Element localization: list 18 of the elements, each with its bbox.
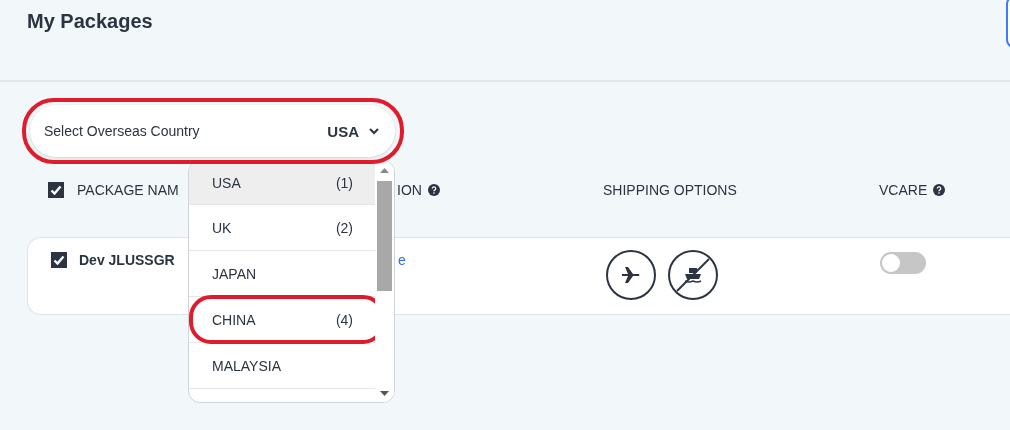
country-select[interactable]: Select Overseas Country USA bbox=[30, 105, 395, 157]
column-header: ION bbox=[397, 182, 422, 198]
package-name: Dev JLUSSGR bbox=[79, 252, 175, 268]
link[interactable]: e bbox=[398, 252, 406, 268]
scrollbar[interactable] bbox=[375, 161, 394, 402]
column-header: SHIPPING OPTIONS bbox=[603, 182, 737, 198]
dropdown-option[interactable]: USA (1) bbox=[189, 161, 375, 205]
page-title: My Packages bbox=[27, 10, 153, 33]
chevron-icon bbox=[369, 127, 379, 135]
checkbox[interactable] bbox=[51, 252, 67, 268]
toggle-switch[interactable] bbox=[880, 252, 926, 274]
column-header: VCARE bbox=[879, 182, 928, 198]
checkbox[interactable] bbox=[48, 182, 64, 198]
ship-icon[interactable] bbox=[668, 250, 718, 300]
help-icon[interactable] bbox=[933, 184, 946, 196]
help-icon[interactable] bbox=[427, 184, 440, 196]
airplane-icon[interactable] bbox=[606, 250, 656, 300]
column-header: PACKAGE NAM bbox=[77, 182, 179, 198]
